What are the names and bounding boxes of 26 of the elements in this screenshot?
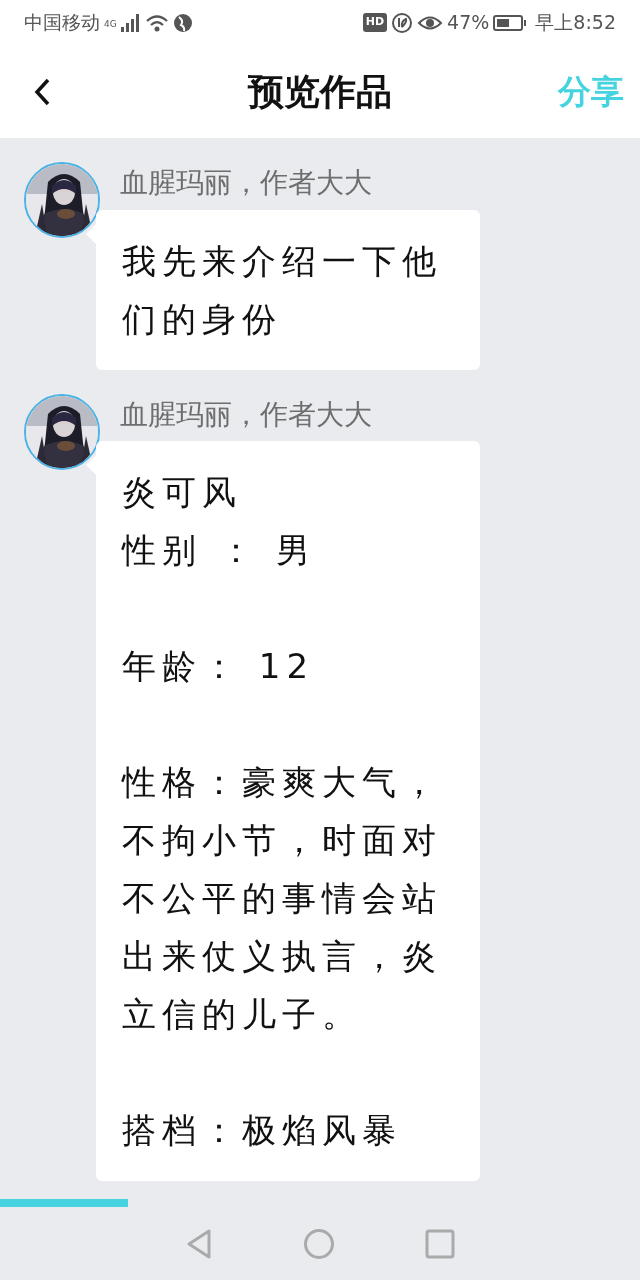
signal-icon [120,13,141,32]
battery-percent: 47% [447,10,490,36]
message-text: 性格：豪爽大气，不拘小节，时面对不公平的事情会站出来仗义执言，炎立信的儿子。 [122,761,443,1037]
share-link[interactable]: 分享 [558,66,624,117]
author-name: 血腥玛丽，作者大大 [120,397,373,432]
message-text: 我先来介绍一下他们的身份 [122,239,443,341]
leaf-icon [391,11,414,34]
back-icon [34,77,50,106]
message-text: 搭档：极焰风暴 [122,1109,403,1153]
carrier-name: 中国移动 [24,10,100,36]
recents-icon [425,1228,455,1259]
author-name: 血腥玛丽，作者大大 [120,166,373,200]
home-button[interactable] [303,1227,335,1260]
page-title: 预览作品 [248,69,392,114]
home-icon [303,1227,335,1260]
back-icon [185,1227,213,1260]
globe-icon [172,12,193,33]
hd-badge: HD [362,13,388,32]
message-text: 炎可风 性别 ： 男 [122,471,317,573]
back-nav-button[interactable] [185,1227,213,1260]
clock-time: 早上8:52 [535,10,616,36]
recents-button[interactable] [425,1228,455,1259]
message-text: 年龄： 12 [122,645,316,689]
wifi-icon [144,13,169,32]
network-type: 4G [104,18,117,32]
battery-icon [493,13,528,32]
